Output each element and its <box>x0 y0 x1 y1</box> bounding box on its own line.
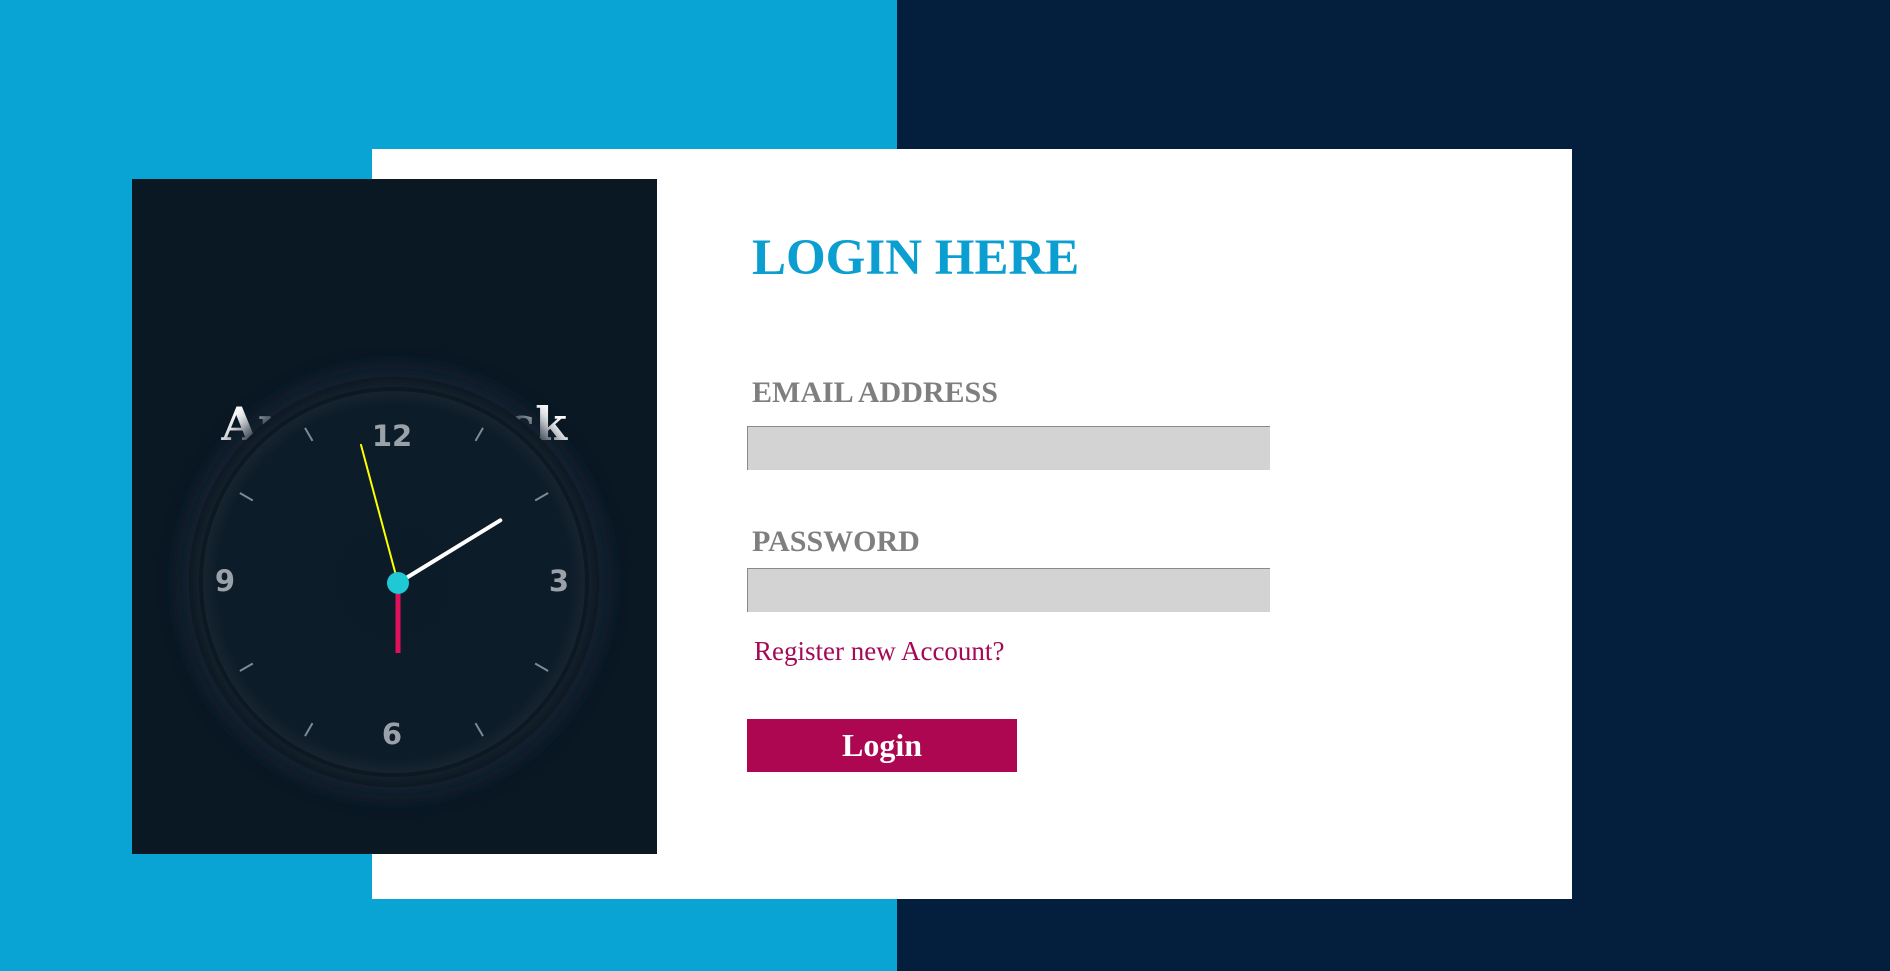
clock-number-9: 9 <box>215 564 235 598</box>
email-input[interactable] <box>747 426 1270 470</box>
password-input[interactable] <box>747 568 1270 612</box>
analog-clock: 12 3 6 9 <box>179 367 609 797</box>
password-label: PASSWORD <box>752 525 920 558</box>
clock-number-12: 12 <box>372 419 412 453</box>
clock-number-3: 3 <box>549 564 569 598</box>
email-label: EMAIL ADDRESS <box>752 376 998 409</box>
login-title: LOGIN HERE <box>752 230 1080 286</box>
register-link[interactable]: Register new Account? <box>754 636 1004 667</box>
clock-panel: Analog Clock 12 3 6 9 <box>132 179 657 854</box>
clock-number-6: 6 <box>382 717 402 751</box>
login-button[interactable]: Login <box>747 719 1017 772</box>
clock-center-dot <box>387 572 409 594</box>
